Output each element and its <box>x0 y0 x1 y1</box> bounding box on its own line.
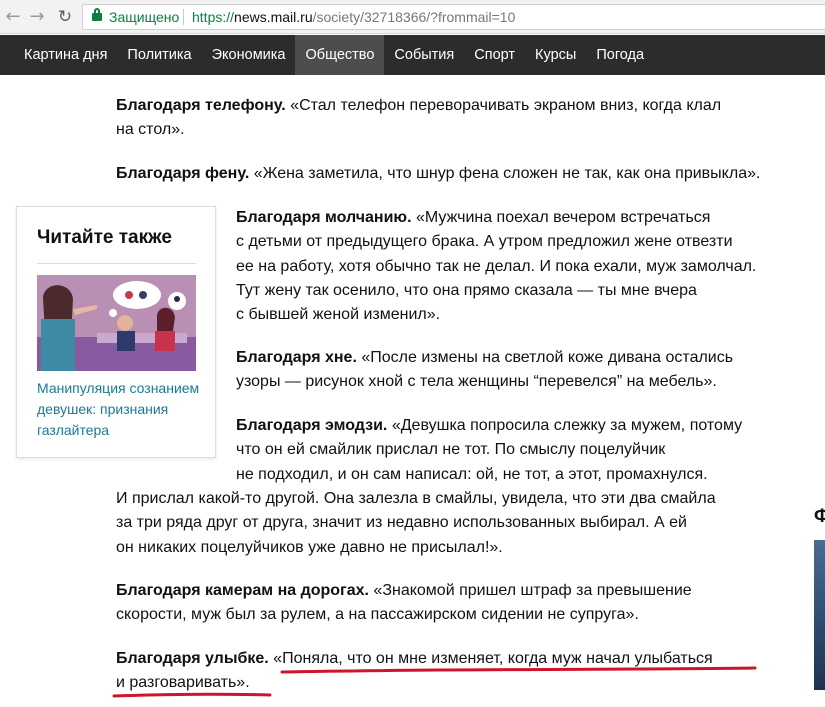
right-column-partial-image[interactable] <box>814 540 825 690</box>
paragraph-line: ее на работу, хотя обычно так не делал. … <box>236 257 757 275</box>
url-path: /society/32718366/?frommail=10 <box>312 9 516 25</box>
paragraph-lead: Благодаря хне. <box>236 349 357 366</box>
paragraph-silence: Благодаря молчанию. «Мужчина поехал вече… <box>236 206 756 327</box>
nav-list: Картина дня Политика Экономика Общество Собы… <box>0 35 825 75</box>
nav-item[interactable]: Общество <box>295 35 385 75</box>
paragraph-line: на стол». <box>116 121 185 139</box>
paragraph-line: «Знакомой пришел штраф за превышение <box>368 582 692 599</box>
paragraph-lead: Благодаря эмодзи. <box>236 417 388 434</box>
card-divider <box>37 263 196 264</box>
read-also-title: Читайте также <box>37 227 172 248</box>
paragraph-emoji-part2: И прислал какой-то другой. Она залезла в… <box>116 487 716 560</box>
paragraph-line: «Жена заметила, что шнур фена сложен не … <box>249 165 761 182</box>
paragraph-line: с детьми от предыдущего брака. А утром п… <box>236 233 733 251</box>
paragraph-line: «Стал телефон переворачивать экраном вни… <box>285 97 722 114</box>
nav-item[interactable]: События <box>384 35 464 75</box>
read-also-link[interactable]: Манипуляция сознанием девушек: признания… <box>37 378 207 441</box>
nav-item[interactable]: Экономика <box>202 35 296 75</box>
paragraph-smile: Благодаря улыбке. «Поняла, что он мне из… <box>116 647 713 696</box>
paragraph-line: не подходил, и он сам написал: ой, не то… <box>236 465 708 483</box>
paragraph-line: «Мужчина поехал вечером встречаться <box>411 209 711 226</box>
right-column-partial-heading: Ф <box>814 506 825 527</box>
paragraph-line: с бывшей женой изменил». <box>236 306 441 324</box>
paragraph-line: и разговаривать». <box>116 674 250 692</box>
forward-arrow-icon[interactable]: → <box>26 6 48 28</box>
paragraph-line: «После измены на светлой коже дивана ост… <box>356 349 734 366</box>
paragraph-lead: Благодаря молчанию. <box>236 209 412 226</box>
nav-item[interactable]: Спорт <box>464 35 525 75</box>
nav-item[interactable]: Погода <box>586 35 654 75</box>
url-text[interactable]: https://news.mail.ru/society/32718366/?f… <box>192 9 515 25</box>
paragraph-lead: Благодаря фену. <box>116 165 250 182</box>
omnibox-divider <box>183 9 184 25</box>
reload-icon[interactable]: ↻ <box>54 6 76 28</box>
paragraph-line: он никаких поцелуйчиков уже давно не при… <box>116 538 503 556</box>
paragraph-henna: Благодаря хне. «После измены на светлой … <box>236 346 733 395</box>
back-arrow-icon[interactable]: ← <box>2 6 24 28</box>
paragraph-line: узоры — рисунок хной с тела женщины “пер… <box>236 373 717 391</box>
paragraph-line: И прислал какой-то другой. Она залезла в… <box>116 490 716 507</box>
site-navigation: Картина дня Политика Экономика Общество Собы… <box>0 35 825 75</box>
paragraph-cameras: Благодаря камерам на дорогах. «Знакомой … <box>116 579 692 628</box>
article-thumbnail-image[interactable] <box>37 275 196 371</box>
paragraph-lead: Благодаря камерам на дорогах. <box>116 582 369 599</box>
paragraph-lead: Благодаря улыбке. <box>116 650 269 667</box>
paragraph-line: что он ей смайлик прислал не тот. По смы… <box>236 441 666 459</box>
paragraph-line: «Девушка попросила слежку за мужем, пото… <box>387 417 743 434</box>
browser-toolbar: ← → ↻ Защищено https://news.mail.ru/soci… <box>0 0 825 34</box>
url-scheme: https:// <box>192 9 235 25</box>
address-bar[interactable]: Защищено https://news.mail.ru/society/32… <box>82 4 825 30</box>
paragraph-line: «Поняла, что он мне изменяет, когда муж … <box>268 650 713 667</box>
read-also-card[interactable]: Читайте также Манипуляция сознанием деву… <box>16 206 216 458</box>
paragraph-line: скорости, муж был за рулем, а на пассажи… <box>116 606 639 624</box>
paragraph-hairdryer: Благодаря фену. «Жена заметила, что шнур… <box>116 162 760 186</box>
nav-item[interactable]: Курсы <box>525 35 586 75</box>
paragraph-line: за три ряда друг от друга, значит из нед… <box>116 514 687 532</box>
lock-icon <box>92 8 102 21</box>
url-host: news.mail.ru <box>234 9 313 25</box>
paragraph-emoji-part1: Благодаря эмодзи. «Девушка попросила сле… <box>236 414 742 487</box>
nav-item[interactable]: Политика <box>117 35 201 75</box>
paragraph-line: Тут жену так осенило, что она прямо сказ… <box>236 281 697 299</box>
secure-label: Защищено <box>109 9 180 25</box>
paragraph-phone: Благодаря телефону. «Стал телефон перево… <box>116 94 721 143</box>
paragraph-lead: Благодаря телефону. <box>116 97 286 114</box>
nav-item[interactable]: Картина дня <box>14 35 117 75</box>
